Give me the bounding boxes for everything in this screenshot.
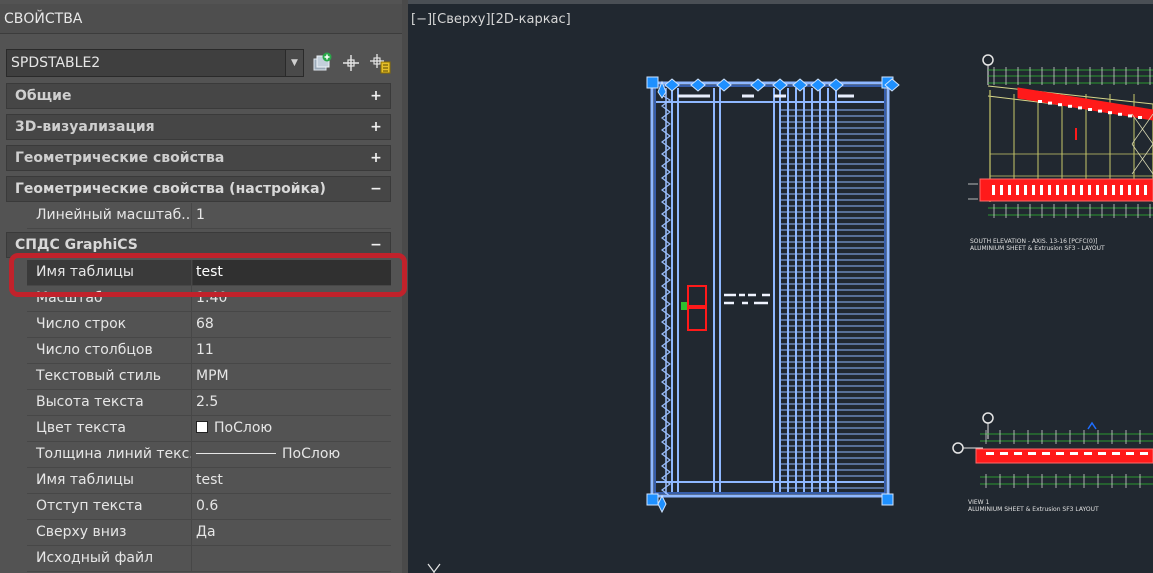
prop-row-text-lineweight[interactable]: Толщина линий текс... ПоСлою — [27, 442, 391, 468]
prop-value[interactable]: ПоСлою — [193, 442, 391, 467]
toggle-pickadd-icon[interactable] — [310, 51, 334, 75]
prop-name: Масштаб — [27, 286, 192, 311]
view-cube-menu-button[interactable]: [Сверху] — [432, 12, 491, 27]
expand-icon[interactable]: + — [370, 115, 382, 139]
expand-icon[interactable]: + — [370, 146, 382, 170]
prop-row-linear-scale[interactable]: Линейный масштаб... 1 — [27, 203, 391, 229]
grip-top-left — [646, 76, 659, 89]
prop-name: Число столбцов — [27, 338, 192, 363]
prop-value[interactable]: 0.6 — [193, 494, 391, 519]
prop-value[interactable]: 68 — [193, 312, 391, 337]
prop-name: Имя таблицы — [27, 468, 192, 493]
object-type-value: SPDSTABLE2 — [11, 55, 101, 71]
section-spds-graphics[interactable]: СПДС GraphiCS − — [6, 232, 391, 258]
prop-value[interactable]: 2.5 — [193, 390, 391, 415]
prop-value[interactable]: ПоСлою — [193, 416, 391, 441]
object-type-select[interactable]: SPDSTABLE2 ▼ — [6, 49, 304, 77]
section-3d-visualization[interactable]: 3D-визуализация + — [6, 114, 391, 140]
prop-name: Линейный масштаб... — [27, 203, 192, 228]
prop-name: Число строк — [27, 312, 192, 337]
section-general[interactable]: Общие + — [6, 83, 391, 109]
grip-bottom-left — [646, 493, 659, 506]
prop-row-text-color[interactable]: Цвет текста ПоСлою — [27, 416, 391, 442]
prop-name: Цвет текста — [27, 416, 192, 441]
ucs-icon — [427, 563, 441, 573]
elevation-caption-title: SOUTH ELEVATION - AXIS. 13-16 [PCFC(0)] — [970, 238, 1098, 245]
cad-drawing[interactable] — [408, 4, 1153, 573]
prop-value[interactable]: 1:40 — [193, 286, 391, 311]
color-swatch — [196, 421, 208, 433]
prop-row-table-name-2[interactable]: Имя таблицы test — [27, 468, 391, 494]
prop-name: Исходный файл — [27, 546, 192, 571]
prop-row-text-height[interactable]: Высота текста 2.5 — [27, 390, 391, 416]
elevation-caption-subtitle: ALUMINIUM SHEET & Extrusion SF3 - LAYOUT — [970, 245, 1105, 252]
expand-icon[interactable]: + — [370, 84, 382, 108]
viewport-controls[interactable]: [−][Сверху][2D-каркас] — [411, 12, 571, 27]
prop-value[interactable] — [193, 546, 391, 571]
palette-title: СВОЙСТВА — [0, 4, 408, 34]
prop-value[interactable]: test — [193, 468, 391, 493]
prop-name: Отступ текста — [27, 494, 192, 519]
prop-name: Высота текста — [27, 390, 192, 415]
south-elevation-drawing — [968, 54, 1153, 218]
prop-row-table-name[interactable]: Имя таблицы test — [27, 260, 391, 286]
prop-name: Текстовый стиль — [27, 364, 192, 389]
table-left-hatch — [659, 88, 672, 497]
prop-row-source-file[interactable]: Исходный файл — [27, 546, 391, 572]
section-label: Общие — [15, 88, 72, 104]
visual-style-menu-button[interactable]: [2D-каркас] — [491, 12, 571, 27]
prop-value-text: ПоСлою — [214, 420, 273, 436]
lineweight-sample — [196, 453, 276, 454]
prop-row-column-count[interactable]: Число столбцов 11 — [27, 338, 391, 364]
quick-select-icon[interactable] — [368, 51, 392, 75]
viewport-menu-button[interactable]: [−] — [411, 12, 432, 27]
prop-row-text-offset[interactable]: Отступ текста 0.6 — [27, 494, 391, 520]
select-objects-icon[interactable] — [339, 51, 363, 75]
section-label: 3D-визуализация — [15, 119, 155, 135]
prop-value[interactable]: МРМ — [193, 364, 391, 389]
view-caption-subtitle: ALUMINIUM SHEET & Extrusion SF3 LAYOUT — [968, 506, 1099, 513]
prop-value[interactable]: Да — [193, 520, 391, 545]
section-geometry[interactable]: Геометрические свойства + — [6, 145, 391, 171]
prop-value[interactable]: 1 — [193, 203, 391, 228]
prop-value-text: ПоСлою — [282, 446, 341, 462]
section-label: СПДС GraphiCS — [15, 237, 138, 253]
prop-value-editor[interactable]: test — [193, 260, 391, 285]
prop-row-text-style[interactable]: Текстовый стиль МРМ — [27, 364, 391, 390]
chevron-down-icon[interactable]: ▼ — [285, 50, 303, 76]
section-geometry-settings[interactable]: Геометрические свойства (настройка) − — [6, 176, 391, 202]
properties-palette: СВОЙСТВА SPDSTABLE2 ▼ Общие + 3D-визуали… — [0, 0, 408, 573]
prop-name: Имя таблицы — [27, 260, 192, 285]
prop-name: Сверху вниз — [27, 520, 192, 545]
section-label: Геометрические свойства (настройка) — [15, 181, 326, 197]
selected-table — [650, 81, 890, 498]
prop-name: Толщина линий текс... — [27, 442, 192, 467]
view-1-drawing — [952, 412, 1153, 488]
grip-bottom-right — [881, 493, 894, 506]
collapse-icon[interactable]: − — [370, 233, 382, 257]
view-caption-title: VIEW 1 — [968, 499, 990, 506]
prop-row-row-count[interactable]: Число строк 68 — [27, 312, 391, 338]
collapse-icon[interactable]: − — [370, 177, 382, 201]
prop-value[interactable]: 11 — [193, 338, 391, 363]
drawing-viewport[interactable]: [−][Сверху][2D-каркас] SOUTH ELEVATION -… — [408, 0, 1153, 573]
prop-row-top-down[interactable]: Сверху вниз Да — [27, 520, 391, 546]
section-label: Геометрические свойства — [15, 150, 225, 166]
prop-row-scale[interactable]: Масштаб 1:40 — [27, 286, 391, 312]
